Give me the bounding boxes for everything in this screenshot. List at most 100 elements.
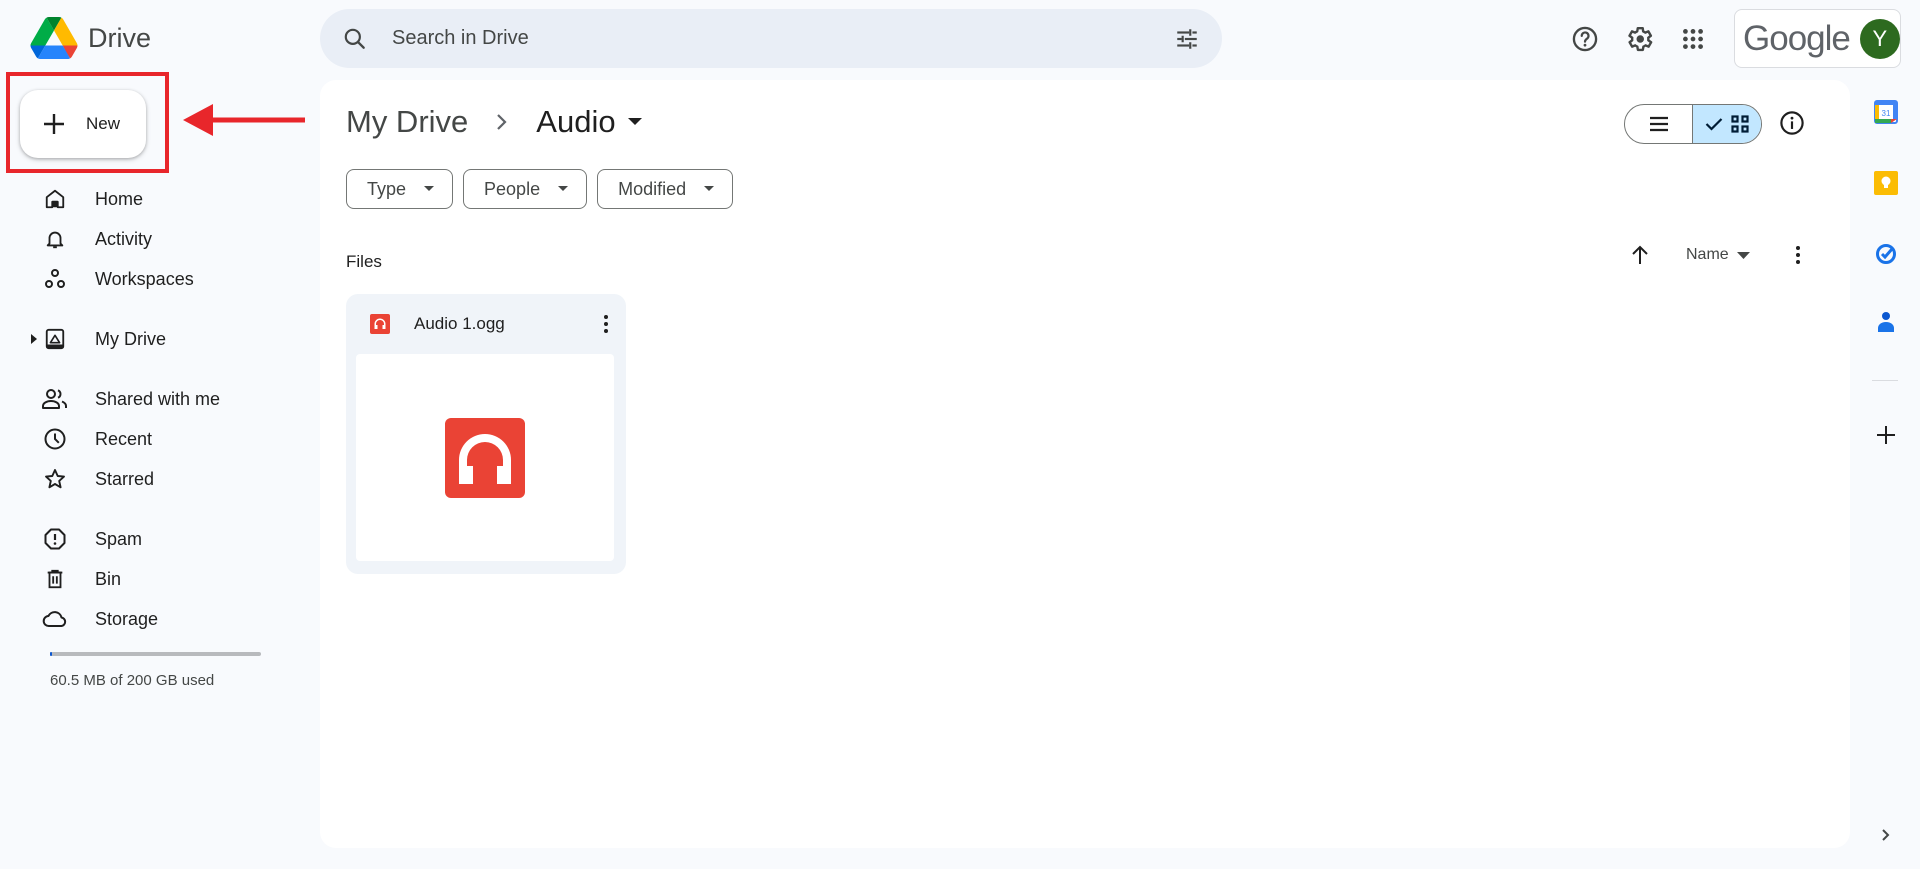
sort-by-name-button[interactable]: Name [1686,246,1750,264]
filter-type[interactable]: Type [346,169,454,209]
clock-icon [40,427,70,451]
keep-app-button[interactable] [1871,168,1901,198]
sidebar-item-label: Workspaces [95,268,194,289]
breadcrumb-my-drive[interactable]: My Drive [346,104,468,140]
sidebar-item-starred[interactable]: Starred [40,463,154,495]
new-button[interactable]: New [20,90,146,158]
show-side-panel-button[interactable] [1871,820,1901,850]
tasks-app-button[interactable] [1871,238,1901,268]
filter-label: Type [367,178,407,199]
check-icon [1705,118,1723,131]
storage-usage-text: 60.5 MB of 200 GB used [50,672,215,689]
sidebar-item-label: Bin [95,568,122,589]
settings-button[interactable] [1622,22,1656,56]
settings-icon[interactable] [1622,22,1656,56]
sidebar-item-label: Storage [95,608,159,629]
keep-icon [1874,171,1898,195]
headphones-icon [445,417,525,498]
filter-label: People [484,178,541,199]
caret-down-icon [424,186,435,191]
sidebar-item-shared-with-me[interactable]: Shared with me [40,383,220,415]
contacts-app-button[interactable] [1871,307,1901,337]
home-icon [40,188,70,210]
get-add-ons-button[interactable] [1871,420,1901,450]
calendar-icon: 31 [1874,100,1898,124]
star-icon [40,467,70,491]
sidebar-item-workspaces[interactable]: Workspaces [40,263,194,295]
sort-direction-arrow-up-icon[interactable] [1630,244,1650,266]
expand-caret-icon[interactable] [31,334,37,344]
sidebar-item-label: Shared with me [95,388,221,409]
apps-button[interactable] [1676,22,1710,56]
info-icon[interactable] [1779,110,1805,136]
sidebar-item-label: My Drive [95,328,166,349]
file-thumbnail [356,354,614,561]
side-panel-divider [1872,380,1898,381]
breadcrumb-current-folder[interactable]: Audio [536,104,615,140]
people-icon [40,388,70,410]
sidebar-item-my-drive[interactable]: My Drive [40,323,166,355]
sidebar-item-label: Spam [95,528,143,549]
search-bar[interactable] [320,9,1222,68]
chevron-right-icon [497,114,507,130]
help-icon[interactable] [1568,22,1602,56]
filter-modified[interactable]: Modified [597,169,734,209]
spam-icon [40,527,70,551]
search-input[interactable] [392,27,1174,50]
list-view-button[interactable] [1625,105,1693,143]
list-icon [1649,116,1668,132]
sidebar-item-label: Recent [95,428,153,449]
grid-icon [1731,115,1749,133]
sidebar-item-activity[interactable]: Activity [40,223,152,255]
sidebar-item-spam[interactable]: Spam [40,523,142,555]
bell-icon [40,228,70,250]
drive-logo[interactable]: Drive [30,17,151,59]
filter-people[interactable]: People [463,169,588,209]
caret-down-icon [1736,251,1750,259]
sort-label: Name [1686,246,1729,263]
tasks-icon [1876,244,1896,264]
my-drive-icon [40,328,70,350]
section-label-files: Files [346,252,382,271]
workspaces-icon [40,267,70,291]
drive-logo-icon [30,17,78,59]
sidebar-item-storage[interactable]: Storage [40,603,158,635]
plus-icon [44,114,64,134]
view-toggle [1624,104,1762,144]
main-content: My Drive Audio Type People Modified File… [320,80,1850,848]
sidebar-item-recent[interactable]: Recent [40,423,152,455]
sidebar-item-label: Home [95,188,144,209]
breadcrumb: My Drive Audio [346,104,642,140]
help-button[interactable] [1568,22,1602,56]
more-vert-icon[interactable] [602,313,610,335]
new-button-label: New [86,114,121,133]
plus-icon [1877,426,1895,444]
sidebar-item-bin[interactable]: Bin [40,563,121,595]
grid-view-button[interactable] [1693,105,1761,143]
cloud-icon [40,608,70,630]
avatar[interactable]: Y [1859,18,1900,59]
apps-grid-icon[interactable] [1676,22,1710,56]
search-options-icon[interactable] [1174,26,1200,52]
search-icon[interactable] [342,26,368,52]
caret-down-icon [704,186,715,191]
caret-down-icon [558,186,569,191]
sidebar-item-home[interactable]: Home [40,183,143,215]
folder-dropdown-icon[interactable] [627,118,642,126]
app-name: Drive [88,22,152,53]
filter-chips: Type People Modified [346,169,734,209]
account-switcher[interactable]: Google Y [1734,9,1901,68]
calendar-app-button[interactable]: 31 [1871,97,1901,127]
annotation-arrow-icon [183,104,305,136]
file-card[interactable]: Audio 1.ogg [346,294,626,574]
filter-label: Modified [618,178,687,199]
calendar-day: 31 [1882,109,1891,118]
file-name: Audio 1.ogg [414,314,505,333]
contacts-icon [1878,312,1894,332]
chevron-right-icon [1882,829,1890,841]
google-wordmark: Google [1743,18,1851,58]
sidebar-item-label: Activity [95,228,153,249]
sidebar-item-label: Starred [95,468,155,489]
more-vert-icon[interactable] [1794,244,1802,266]
storage-usage-fill [50,652,53,656]
